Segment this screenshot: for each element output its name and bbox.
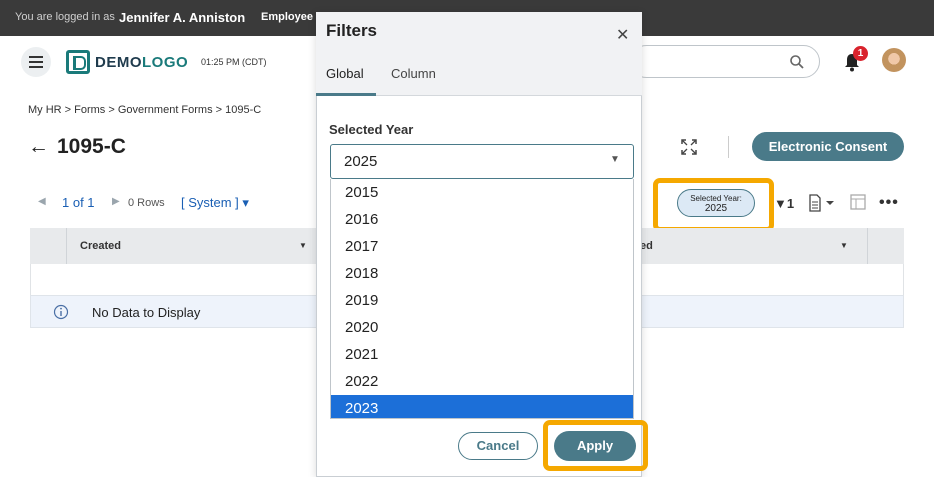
row-count: 0 Rows bbox=[128, 197, 165, 209]
avatar[interactable] bbox=[882, 48, 906, 72]
column-header-created[interactable]: Created bbox=[80, 240, 121, 252]
electronic-consent-button[interactable]: Electronic Consent bbox=[752, 132, 904, 161]
user-name: Jennifer A. Anniston bbox=[119, 10, 246, 25]
year-option[interactable]: 2018 bbox=[331, 260, 633, 287]
logged-in-label: You are logged in as bbox=[15, 11, 115, 23]
current-time: 01:25 PM (CDT) bbox=[201, 57, 267, 67]
year-option[interactable]: 2015 bbox=[331, 179, 633, 206]
year-option[interactable]: 2017 bbox=[331, 233, 633, 260]
no-data-text: No Data to Display bbox=[92, 305, 201, 320]
expand-icon[interactable] bbox=[680, 138, 698, 156]
close-icon[interactable]: ✕ bbox=[616, 25, 629, 45]
view-selector[interactable]: [ System ] ▾ bbox=[181, 195, 249, 211]
page-title: ← 1095-C bbox=[28, 135, 126, 158]
breadcrumb[interactable]: My HR > Forms > Government Forms > 1095-… bbox=[28, 104, 261, 116]
year-option[interactable]: 2021 bbox=[331, 341, 633, 368]
prev-page-icon[interactable]: ◀ bbox=[38, 196, 46, 207]
menu-button[interactable] bbox=[21, 47, 51, 77]
year-options-list[interactable]: 2015 2016 2017 2018 2019 2020 2021 2022 … bbox=[330, 179, 634, 419]
logo-icon bbox=[66, 50, 90, 74]
divider bbox=[728, 136, 729, 158]
cancel-button[interactable]: Cancel bbox=[458, 432, 538, 460]
pager: 1 of 1 bbox=[62, 195, 95, 210]
selected-year-value: 2025 bbox=[344, 153, 378, 170]
more-icon[interactable]: ••• bbox=[879, 194, 899, 212]
info-icon bbox=[53, 304, 69, 320]
dialog-title: Filters bbox=[326, 21, 378, 40]
filter-count: 1 bbox=[786, 196, 795, 211]
active-tab-indicator bbox=[316, 93, 376, 96]
tab-global[interactable]: Global bbox=[326, 66, 364, 81]
year-option[interactable]: 2016 bbox=[331, 206, 633, 233]
notification-badge: 1 bbox=[853, 46, 868, 61]
columns-icon[interactable] bbox=[850, 194, 867, 211]
employee-label: Employee I bbox=[261, 11, 320, 23]
year-option[interactable]: 2022 bbox=[331, 368, 633, 395]
apply-button[interactable]: Apply bbox=[554, 431, 636, 461]
back-arrow-icon[interactable]: ← bbox=[28, 135, 49, 158]
selected-year-chip[interactable]: Selected Year: 2025 bbox=[677, 189, 755, 217]
tab-column[interactable]: Column bbox=[391, 66, 436, 81]
chevron-down-icon[interactable]: ▼ bbox=[610, 154, 620, 165]
logo[interactable]: DEMOLOGO bbox=[95, 54, 188, 71]
sort-caret-icon[interactable]: ▼ bbox=[299, 241, 307, 250]
export-icon[interactable] bbox=[808, 194, 836, 212]
year-option-highlighted[interactable]: 2023 bbox=[331, 395, 633, 418]
sort-caret-icon[interactable]: ▼ bbox=[840, 241, 848, 250]
next-page-icon[interactable]: ▶ bbox=[112, 196, 120, 207]
filter-icon[interactable]: ▼1 bbox=[774, 196, 794, 211]
year-option[interactable]: 2020 bbox=[331, 314, 633, 341]
search-icon[interactable] bbox=[789, 54, 805, 70]
year-option[interactable]: 2019 bbox=[331, 287, 633, 314]
selected-year-label: Selected Year bbox=[329, 122, 414, 137]
